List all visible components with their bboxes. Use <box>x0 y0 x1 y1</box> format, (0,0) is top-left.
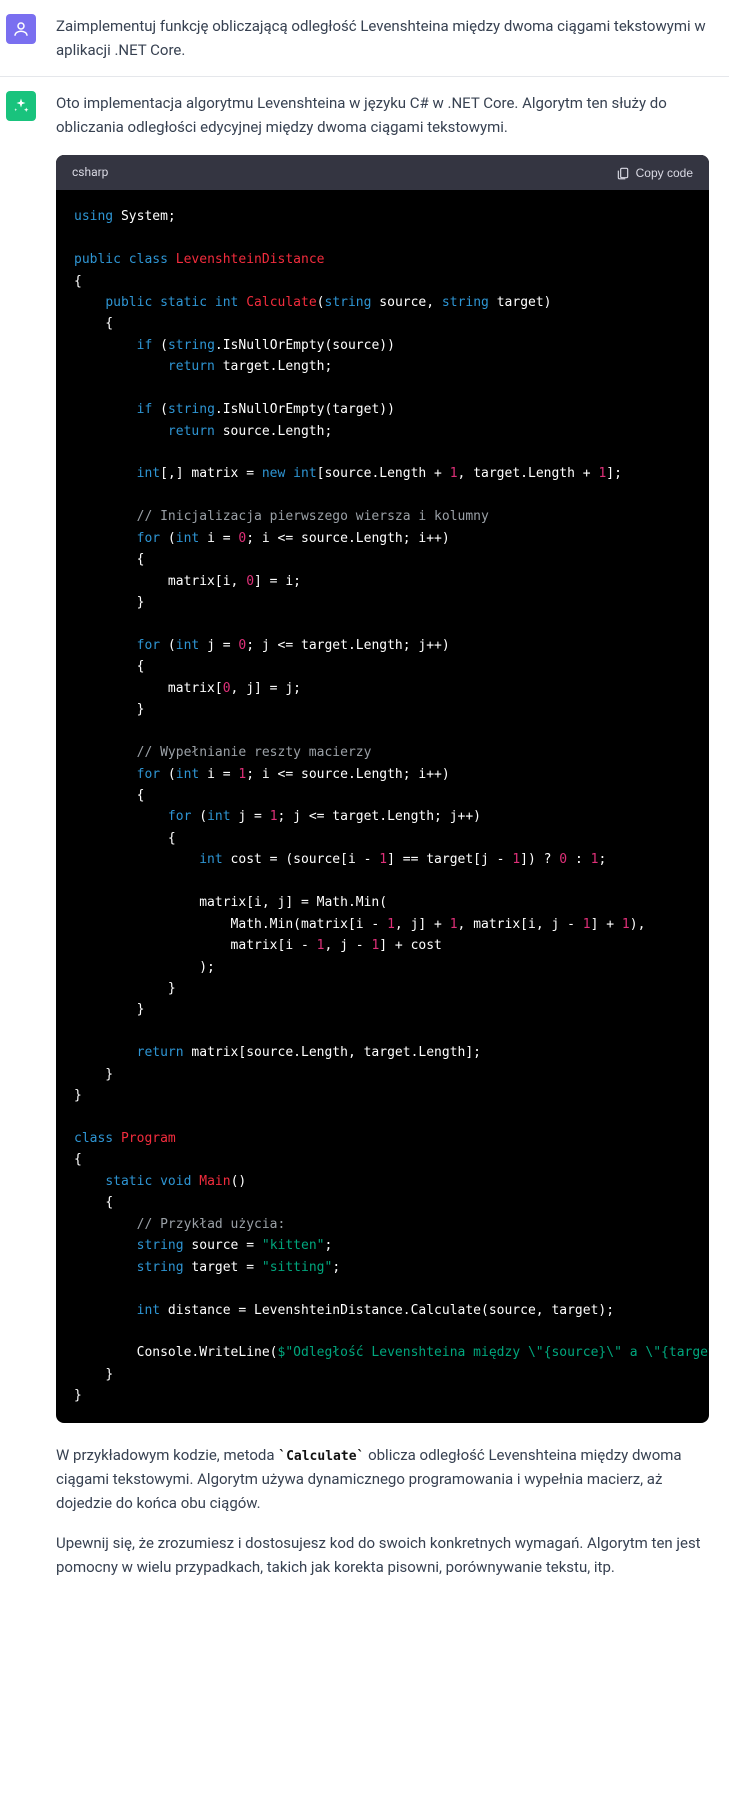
sparkle-icon <box>12 97 30 115</box>
code-scroll-area[interactable]: using System; public class LevenshteinDi… <box>56 190 709 1423</box>
user-avatar <box>6 14 36 44</box>
code-language-label: csharp <box>72 163 108 182</box>
user-message-row: Zaimplementuj funkcję obliczającą odległ… <box>0 0 729 76</box>
person-icon <box>12 20 30 38</box>
user-text: Zaimplementuj funkcję obliczającą odległ… <box>56 14 709 62</box>
assistant-intro: Oto implementacja algorytmu Levenshteina… <box>56 91 709 139</box>
copy-code-button[interactable]: Copy code <box>616 166 693 180</box>
assistant-avatar <box>6 91 36 121</box>
assistant-message-body: Oto implementacja algorytmu Levenshteina… <box>56 91 709 1579</box>
code-content: using System; public class LevenshteinDi… <box>56 190 709 1423</box>
assistant-outro-2: Upewnij się, że zrozumiesz i dostosujesz… <box>56 1531 709 1579</box>
code-block: csharp Copy code using System; public cl… <box>56 155 709 1423</box>
code-header: csharp Copy code <box>56 155 709 190</box>
assistant-outro-1: W przykładowym kodzie, metoda `Calculate… <box>56 1443 709 1516</box>
assistant-message-row: Oto implementacja algorytmu Levenshteina… <box>0 76 729 1593</box>
inline-code-calculate: `Calculate` <box>278 1449 364 1464</box>
clipboard-icon <box>616 166 630 180</box>
copy-code-label: Copy code <box>636 166 693 180</box>
user-message-body: Zaimplementuj funkcję obliczającą odległ… <box>56 14 709 62</box>
